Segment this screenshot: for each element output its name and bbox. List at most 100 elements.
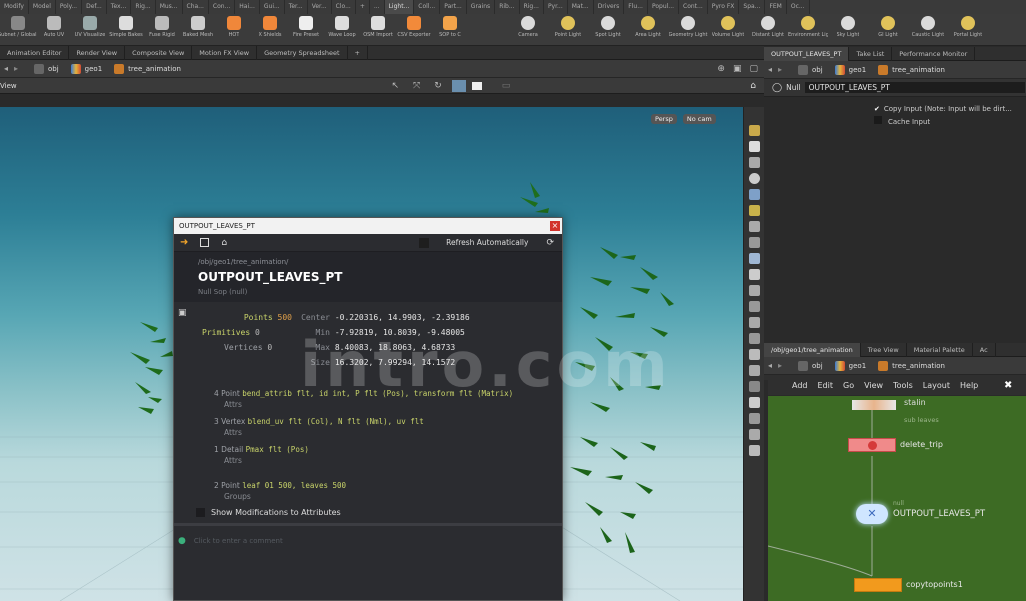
- net-path-geo1[interactable]: geo1: [829, 360, 873, 371]
- guide-icon[interactable]: [748, 333, 760, 344]
- left-pane-tab[interactable]: Geometry Spreadsheet: [257, 46, 348, 60]
- shelf-tab[interactable]: Def...: [82, 0, 107, 14]
- light-tool[interactable]: Distant Light: [748, 14, 788, 46]
- network-menu-item[interactable]: Add: [792, 381, 808, 390]
- shelf-tab[interactable]: Light...: [384, 0, 415, 14]
- left-pane-tab[interactable]: Animation Editor: [0, 46, 70, 60]
- network-tab[interactable]: Material Palette: [907, 343, 973, 357]
- node-copytopoints1[interactable]: [854, 578, 902, 592]
- shelf-tool[interactable]: Fuse Rigid: [144, 14, 180, 46]
- camera-icon[interactable]: [748, 189, 760, 200]
- back-arrow-icon[interactable]: ◂: [0, 64, 14, 73]
- shelf-tab[interactable]: Popul...: [648, 0, 680, 14]
- network-tab[interactable]: Tree View: [861, 343, 907, 357]
- shelf-tab[interactable]: Pyro FX: [708, 0, 740, 14]
- left-pane-tab[interactable]: Render View: [69, 46, 126, 60]
- primitive-icon[interactable]: [748, 397, 760, 408]
- move-tool-icon[interactable]: ⤧: [413, 81, 420, 91]
- node-stalin[interactable]: [852, 400, 896, 410]
- rotate-tool-icon[interactable]: ↻: [434, 81, 442, 91]
- network-tab[interactable]: /obj/geo1/tree_animation: [764, 343, 861, 357]
- pin-icon[interactable]: [748, 205, 760, 216]
- right-path-tree-animation[interactable]: tree_animation: [872, 64, 951, 75]
- shelf-tab[interactable]: Cha...: [183, 0, 209, 14]
- network-canvas[interactable]: stalin sub leaves delete_trip ✕ null OUT…: [768, 396, 1026, 601]
- display-icon[interactable]: [471, 81, 482, 90]
- vector-icon[interactable]: [748, 317, 760, 328]
- network-menu-item[interactable]: View: [864, 381, 883, 390]
- shelf-tool[interactable]: X Shields: [252, 14, 288, 46]
- right-pane-tab[interactable]: Performance Monitor: [892, 47, 976, 61]
- node-name-field[interactable]: OUTPOUT_LEAVES_PT: [804, 82, 1025, 93]
- lock-icon[interactable]: [748, 141, 760, 152]
- path-seg-tree-animation[interactable]: tree_animation: [108, 63, 187, 74]
- right-pane-tab[interactable]: Take List: [849, 47, 893, 61]
- persp-menu[interactable]: Persp: [651, 114, 677, 124]
- network-menu-item[interactable]: Edit: [818, 381, 834, 390]
- node-delete-trip[interactable]: [848, 438, 896, 452]
- right-pane-tab[interactable]: OUTPOUT_LEAVES_PT: [764, 47, 850, 61]
- shading-mode-icon[interactable]: [748, 221, 760, 232]
- network-icon[interactable]: ▣: [733, 64, 742, 74]
- light-tool[interactable]: Environment Light: [788, 14, 828, 46]
- bottom-tool-icon[interactable]: [748, 445, 760, 456]
- shelf-tool[interactable]: CSV Exporter: [396, 14, 432, 46]
- ghost-icon[interactable]: [748, 269, 760, 280]
- show-modifications-checkbox[interactable]: [196, 508, 205, 517]
- forward-arrow-icon[interactable]: ▸: [778, 361, 792, 370]
- shelf-tab[interactable]: Mat...: [568, 0, 594, 14]
- pin-arrow-icon[interactable]: ➜: [180, 237, 188, 248]
- shelf-tab[interactable]: Model: [29, 0, 56, 14]
- comment-input[interactable]: Click to enter a comment: [194, 537, 283, 545]
- shelf-tab[interactable]: Rig...: [131, 0, 156, 14]
- network-menu-item[interactable]: Help: [960, 381, 978, 390]
- show-modifications-row[interactable]: Show Modifications to Attributes: [174, 508, 562, 517]
- forward-arrow-icon[interactable]: ▸: [778, 65, 792, 74]
- measure-icon[interactable]: [748, 381, 760, 392]
- right-path-geo1[interactable]: geo1: [829, 64, 873, 75]
- shelf-tab[interactable]: Gui...: [260, 0, 285, 14]
- net-path-obj[interactable]: obj: [792, 360, 829, 371]
- left-pane-tab[interactable]: Composite View: [125, 46, 193, 60]
- network-menu-item[interactable]: Layout: [923, 381, 950, 390]
- snap-icon[interactable]: ▭: [502, 81, 511, 91]
- tag-icon[interactable]: [748, 413, 760, 424]
- network-tab[interactable]: Ac: [973, 343, 996, 357]
- background-icon[interactable]: [748, 237, 760, 248]
- light-tool[interactable]: Geometry Light: [668, 14, 708, 46]
- expand-icon[interactable]: [200, 238, 210, 247]
- shelf-tab[interactable]: Tex...: [107, 0, 132, 14]
- network-menu-item[interactable]: Tools: [893, 381, 913, 390]
- shelf-tool[interactable]: OSM Import: [360, 14, 396, 46]
- maximize-icon[interactable]: ▢: [749, 64, 758, 74]
- shelf-tab[interactable]: Rig...: [520, 0, 544, 14]
- shelf-tab[interactable]: Pyr...: [544, 0, 568, 14]
- camera-select-menu[interactable]: No cam: [682, 114, 716, 124]
- display-options-icon[interactable]: [748, 125, 760, 136]
- shelf-tab[interactable]: Rib...: [495, 0, 520, 14]
- audio-icon[interactable]: [748, 349, 760, 360]
- lock-icon[interactable]: ⌂: [221, 238, 227, 248]
- shelf-tab[interactable]: Drivers: [594, 0, 625, 14]
- shelf-tool[interactable]: HOT: [216, 14, 252, 46]
- light-tool[interactable]: Camera: [508, 14, 548, 46]
- light-tool[interactable]: GI Light: [868, 14, 908, 46]
- shelf-tool[interactable]: Baked Mesh: [180, 14, 216, 46]
- shelf-tab[interactable]: FEM: [765, 0, 787, 14]
- copy-input-param[interactable]: ✔ Copy Input (Note: Input will be dirt...: [874, 103, 1026, 116]
- shading-icon[interactable]: [451, 79, 466, 92]
- normal-display-icon[interactable]: [748, 301, 760, 312]
- path-seg-geo1[interactable]: geo1: [65, 63, 109, 74]
- cache-input-checkbox[interactable]: [874, 116, 882, 124]
- wireframe-icon[interactable]: [748, 253, 760, 264]
- back-arrow-icon[interactable]: ◂: [764, 361, 778, 370]
- light-tool[interactable]: Spot Light: [588, 14, 628, 46]
- left-pane-tab[interactable]: +: [348, 46, 368, 60]
- light-icon[interactable]: [748, 157, 760, 168]
- shelf-tool[interactable]: Simple Bakes: [108, 14, 144, 46]
- shelf-tab[interactable]: Poly...: [56, 0, 83, 14]
- light-tool[interactable]: Caustic Light: [908, 14, 948, 46]
- home-icon[interactable]: ⌂: [750, 81, 756, 91]
- pin-icon[interactable]: ⊕: [717, 64, 725, 74]
- shelf-tool[interactable]: Subnet / Global Subnet: [0, 14, 38, 46]
